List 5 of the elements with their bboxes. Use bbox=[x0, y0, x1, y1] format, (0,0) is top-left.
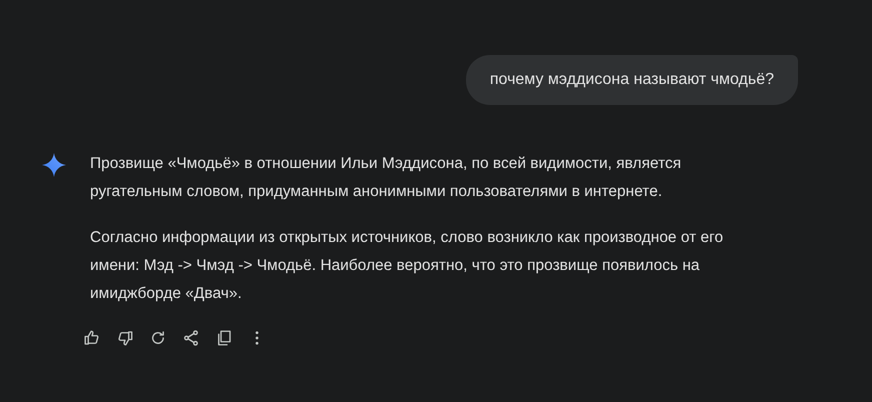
user-message: почему мэддисона называют чмодьё? bbox=[466, 55, 798, 105]
share-icon[interactable] bbox=[181, 328, 201, 348]
response-paragraph: Согласно информации из открытых источников, слово возникло как производное от его имени: Мэд -> Чмэд -> Чмодьё. Наиболее вероятно, что это прозвище появилось на имиджборде «Двач». bbox=[90, 228, 724, 304]
response-paragraph: Прозвище «Чмодьё» в отношении Ильи Мэддисона, по всей видимости, является ругательным словом, придуманным анонимными пользователями в интернете. bbox=[90, 154, 682, 202]
sparkle-icon bbox=[42, 153, 66, 177]
